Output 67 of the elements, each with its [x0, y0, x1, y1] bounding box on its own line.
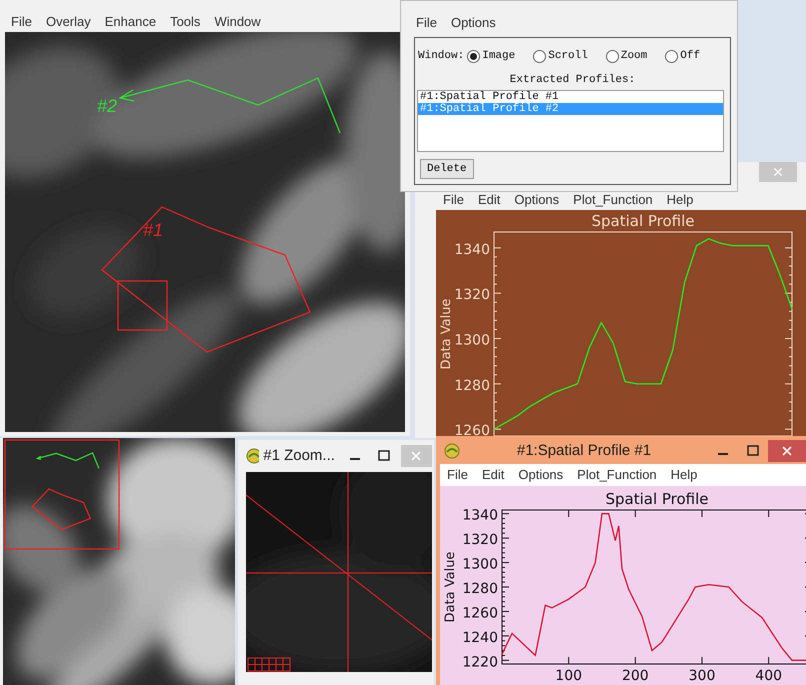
close-button[interactable] [768, 440, 806, 462]
menu-item[interactable]: Options [511, 465, 570, 485]
menu-item[interactable]: Help [660, 190, 700, 210]
tick-label: 300 [688, 668, 716, 684]
menu-item[interactable]: Tools [163, 12, 208, 32]
minimize-icon [718, 453, 728, 455]
maximize-icon [378, 450, 390, 462]
tick-label: 1300 [454, 332, 490, 349]
field-label: Window: [418, 49, 464, 64]
chart-title: Spatial Profile [605, 490, 709, 508]
overlay-label: #2 [97, 96, 118, 116]
tick-label: 1340 [454, 242, 490, 258]
menu-item[interactable]: File [4, 12, 39, 32]
close-icon [410, 450, 422, 462]
axis-label: Data Value [439, 298, 454, 370]
menu-item[interactable]: File [436, 190, 471, 210]
tick-label: 400 [755, 668, 782, 684]
radio-label[interactable]: Off [680, 48, 700, 64]
tick-label: 1320 [454, 287, 490, 304]
radio-button[interactable] [665, 50, 678, 63]
tick-label: 1280 [454, 378, 490, 394]
menu-item[interactable]: File [440, 465, 475, 485]
app-icon [246, 448, 260, 464]
list-heading: Extracted Profiles: [508, 74, 636, 86]
menu-item[interactable]: Plot_Function [566, 190, 660, 210]
zoom-controls-icon[interactable] [248, 658, 290, 672]
tick-label: 1260 [462, 605, 498, 622]
menu-item[interactable]: Options [444, 13, 503, 33]
radio-label[interactable]: Image [482, 48, 516, 64]
chart-title: Spatial Profile [591, 212, 695, 230]
delete-button[interactable]: Delete [420, 158, 474, 179]
menu-item[interactable]: Enhance [98, 12, 164, 32]
window-title: #1:Spatial Profile #1 [516, 442, 652, 459]
tick-label: 100 [555, 668, 582, 684]
list-item[interactable]: #1:Spatial Profile #1 [418, 90, 723, 102]
window-title: #1 Zoom... [263, 446, 335, 466]
menu-item[interactable]: Options [507, 190, 566, 210]
tick-label: 1280 [462, 581, 498, 597]
menu-item[interactable]: Plot_Function [570, 465, 664, 485]
tick-label: 1260 [454, 423, 490, 436]
app-icon [444, 443, 460, 459]
zoom-box[interactable] [117, 280, 168, 331]
profile-line [36, 452, 100, 468]
radio-button[interactable] [467, 50, 480, 63]
menu-item[interactable]: Edit [474, 465, 512, 485]
overlay-label: #1 [143, 220, 164, 240]
tick-label: 1340 [462, 508, 498, 524]
tick-label: 1320 [462, 532, 498, 548]
radio-button[interactable] [606, 50, 619, 63]
menu-item[interactable]: Overlay [38, 12, 98, 32]
tick-label: 200 [622, 668, 649, 684]
radio-label[interactable]: Zoom [620, 48, 648, 64]
radio-label[interactable]: Scroll [548, 48, 588, 64]
tick-label: 1240 [462, 630, 498, 646]
view-box[interactable] [4, 439, 120, 550]
axis-label: Data Value [443, 552, 458, 622]
menu-item[interactable]: File [409, 13, 444, 33]
menu-item[interactable]: Help [664, 465, 704, 485]
close-icon [781, 445, 793, 457]
tick-label: 1300 [462, 556, 498, 573]
menu-item[interactable]: Window [207, 12, 268, 32]
roi-polygon [31, 488, 92, 530]
minimize-icon [350, 458, 360, 460]
maximize-icon [747, 445, 759, 457]
menu-item[interactable]: Edit [470, 190, 508, 210]
tick-label: 1220 [462, 654, 498, 670]
radio-button[interactable] [533, 50, 546, 63]
